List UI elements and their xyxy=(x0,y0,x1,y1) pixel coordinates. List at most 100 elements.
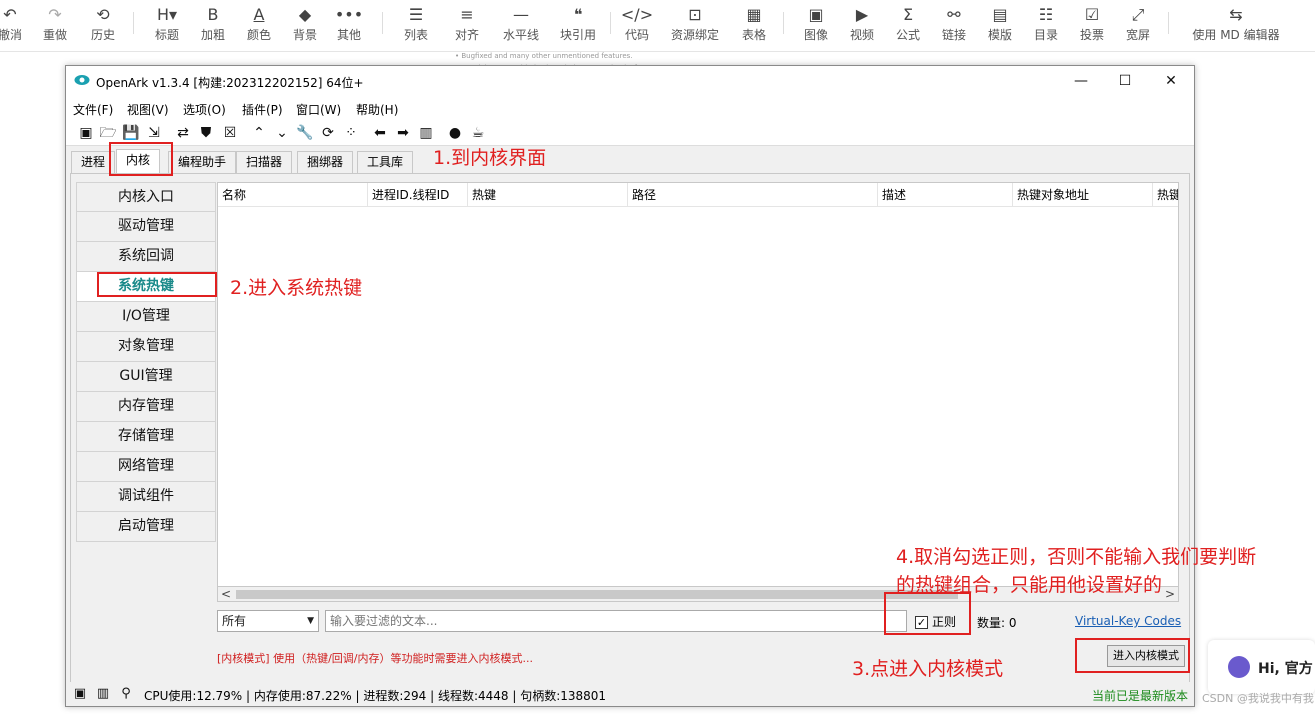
redo-button[interactable]: ↷ 重做 xyxy=(29,4,81,48)
assistant-avatar-icon xyxy=(1228,656,1250,678)
wrench-icon[interactable]: 🔧 xyxy=(296,124,314,142)
quote-button[interactable]: ❝ 块引用 xyxy=(552,4,604,48)
widescreen-button[interactable]: ⤢ 宽屏 xyxy=(1112,4,1164,48)
menu-options[interactable]: 选项(O) xyxy=(183,101,226,118)
annotation-step1: 1.到内核界面 xyxy=(433,147,547,169)
template-button[interactable]: ▤ 模版 xyxy=(974,4,1026,48)
close-box-icon[interactable]: ☒ xyxy=(221,124,239,142)
filter-input[interactable] xyxy=(325,610,907,632)
image-icon: ▣ xyxy=(808,5,824,24)
toc-button[interactable]: ☷ 目录 xyxy=(1020,4,1072,48)
heading-button[interactable]: H▾ 标题 xyxy=(141,4,193,48)
horizontal-rule-button[interactable]: — 水平线 xyxy=(495,4,547,48)
menu-window[interactable]: 窗口(W) xyxy=(296,101,341,118)
toolbar-divider xyxy=(1168,12,1169,34)
tab-bundler[interactable]: 捆绑器 xyxy=(297,151,354,173)
minimize-button[interactable]: — xyxy=(1058,70,1104,92)
video-icon: ▶ xyxy=(855,5,869,24)
github-icon[interactable]: ● xyxy=(446,124,464,142)
scroll-left-icon[interactable]: < xyxy=(221,587,231,601)
quote-icon: ❝ xyxy=(573,5,583,24)
redo-icon: ↷ xyxy=(48,5,62,24)
close-button[interactable]: ✕ xyxy=(1148,70,1194,92)
vote-icon: ☑ xyxy=(1084,5,1100,24)
sidebar-item-debug-components[interactable]: 调试组件 xyxy=(76,482,216,512)
sidebar-item-gui-manager[interactable]: GUI管理 xyxy=(76,362,216,392)
bold-icon: B xyxy=(207,5,219,24)
console-icon[interactable]: ▣ xyxy=(77,124,95,142)
terminal-icon[interactable]: ▣ xyxy=(72,686,88,702)
arrow-right-icon[interactable]: ➡ xyxy=(394,124,412,142)
image-button[interactable]: ▣ 图像 xyxy=(790,4,842,48)
grid-icon[interactable]: ⁘ xyxy=(342,124,360,142)
refresh-icon[interactable]: ⟳ xyxy=(319,124,337,142)
scroll-thumb[interactable] xyxy=(236,590,958,599)
code-button[interactable]: </> 代码 xyxy=(611,4,663,48)
column-header[interactable]: 描述 xyxy=(878,183,1013,207)
link-button[interactable]: ⚯ 链接 xyxy=(928,4,980,48)
list-button[interactable]: ☰ 列表 xyxy=(390,4,442,48)
column-header[interactable]: 热键对象地址 xyxy=(1013,183,1153,207)
sidebar-item-object-manager[interactable]: 对象管理 xyxy=(76,332,216,362)
font-color-button[interactable]: A 颜色 xyxy=(233,4,285,48)
menu-plugins[interactable]: 插件(P) xyxy=(242,101,283,118)
search-icon[interactable]: ⚲ xyxy=(118,686,134,702)
arrow-left-icon[interactable]: ⬅ xyxy=(371,124,389,142)
resource-bind-button[interactable]: ⊡ 资源绑定 xyxy=(669,4,721,48)
open-folder-icon[interactable]: 🗁 xyxy=(99,124,117,142)
column-header[interactable]: 热键 xyxy=(468,183,628,207)
history-button[interactable]: ⟲ 历史 xyxy=(77,4,129,48)
chevron-up-icon[interactable]: ⌃ xyxy=(250,124,268,142)
main-tabs: 进程 内核 编程助手 扫描器 捆绑器 工具库 xyxy=(66,148,1194,174)
column-header[interactable]: 进程ID.线程ID xyxy=(368,183,468,207)
column-header[interactable]: 名称 xyxy=(218,183,368,207)
tab-scanner[interactable]: 扫描器 xyxy=(236,151,293,173)
sidebar-item-system-callback[interactable]: 系统回调 xyxy=(76,242,216,272)
sidebar-item-startup-manager[interactable]: 启动管理 xyxy=(76,512,216,542)
menu-file[interactable]: 文件(F) xyxy=(73,101,113,118)
sidebar-item-kernel-entry[interactable]: 内核入口 xyxy=(76,182,216,212)
kernel-mode-notice: [内核模式] 使用（热键/回调/内存）等功能时需要进入内核模式... xyxy=(217,652,533,665)
more-button[interactable]: ••• 其他 xyxy=(323,4,375,48)
menu-view[interactable]: 视图(V) xyxy=(127,101,169,118)
menu-help[interactable]: 帮助(H) xyxy=(356,101,398,118)
chevron-down-icon: ▼ xyxy=(307,616,314,626)
vote-button[interactable]: ☑ 投票 xyxy=(1066,4,1118,48)
align-icon: ≡ xyxy=(460,5,474,24)
export-icon[interactable]: ⇲ xyxy=(145,124,163,142)
save-icon[interactable]: 💾 xyxy=(122,124,140,142)
md-editor-button[interactable]: ⇆ 使用 MD 编辑器 xyxy=(1192,4,1280,48)
column-header[interactable]: 热键 xyxy=(1153,183,1178,207)
align-button[interactable]: ≡ 对齐 xyxy=(441,4,493,48)
sidebar-item-io-manager[interactable]: I/O管理 xyxy=(76,302,216,332)
sidebar-item-storage-manager[interactable]: 存储管理 xyxy=(76,422,216,452)
table-button[interactable]: ▦ 表格 xyxy=(728,4,780,48)
formula-button[interactable]: Σ 公式 xyxy=(882,4,934,48)
resource-bind-icon: ⊡ xyxy=(688,5,702,24)
scroll-right-icon[interactable]: > xyxy=(1165,587,1175,601)
chevron-down-icon[interactable]: ⌄ xyxy=(273,124,291,142)
horizontal-rule-icon: — xyxy=(513,5,529,24)
swap-icon[interactable]: ⇄ xyxy=(174,124,192,142)
sidebar-item-driver-manager[interactable]: 驱动管理 xyxy=(76,212,216,242)
chat-widget[interactable]: Hi, 官方 xyxy=(1208,640,1315,694)
filter-type-select[interactable]: 所有 ▼ xyxy=(217,610,319,632)
link-icon: ⚯ xyxy=(947,5,961,24)
maximize-button[interactable]: ☐ xyxy=(1102,70,1148,92)
sidebar-item-network-manager[interactable]: 网络管理 xyxy=(76,452,216,482)
tab-toolkit[interactable]: 工具库 xyxy=(357,151,414,173)
filter-row: 所有 ▼ ✓正则 数量: 0 Virtual-Key Codes xyxy=(217,610,1181,634)
list-icon: ☰ xyxy=(408,5,424,24)
map-icon[interactable]: ▥ xyxy=(417,124,435,142)
shield-icon[interactable]: ⛊ xyxy=(197,124,215,142)
column-header[interactable]: 路径 xyxy=(628,183,878,207)
book-icon[interactable]: ▥ xyxy=(95,686,111,702)
bold-button[interactable]: B 加粗 xyxy=(187,4,239,48)
sidebar-item-memory-manager[interactable]: 内存管理 xyxy=(76,392,216,422)
hotkey-table[interactable]: 名称 进程ID.线程ID 热键 路径 描述 热键对象地址 热键 xyxy=(217,182,1179,602)
tab-coding-assistant[interactable]: 编程助手 xyxy=(168,151,237,173)
table-icon: ▦ xyxy=(746,5,762,24)
coffee-icon[interactable]: ☕ xyxy=(469,124,487,142)
virtual-key-codes-link[interactable]: Virtual-Key Codes xyxy=(1075,614,1181,628)
video-button[interactable]: ▶ 视频 xyxy=(836,4,888,48)
